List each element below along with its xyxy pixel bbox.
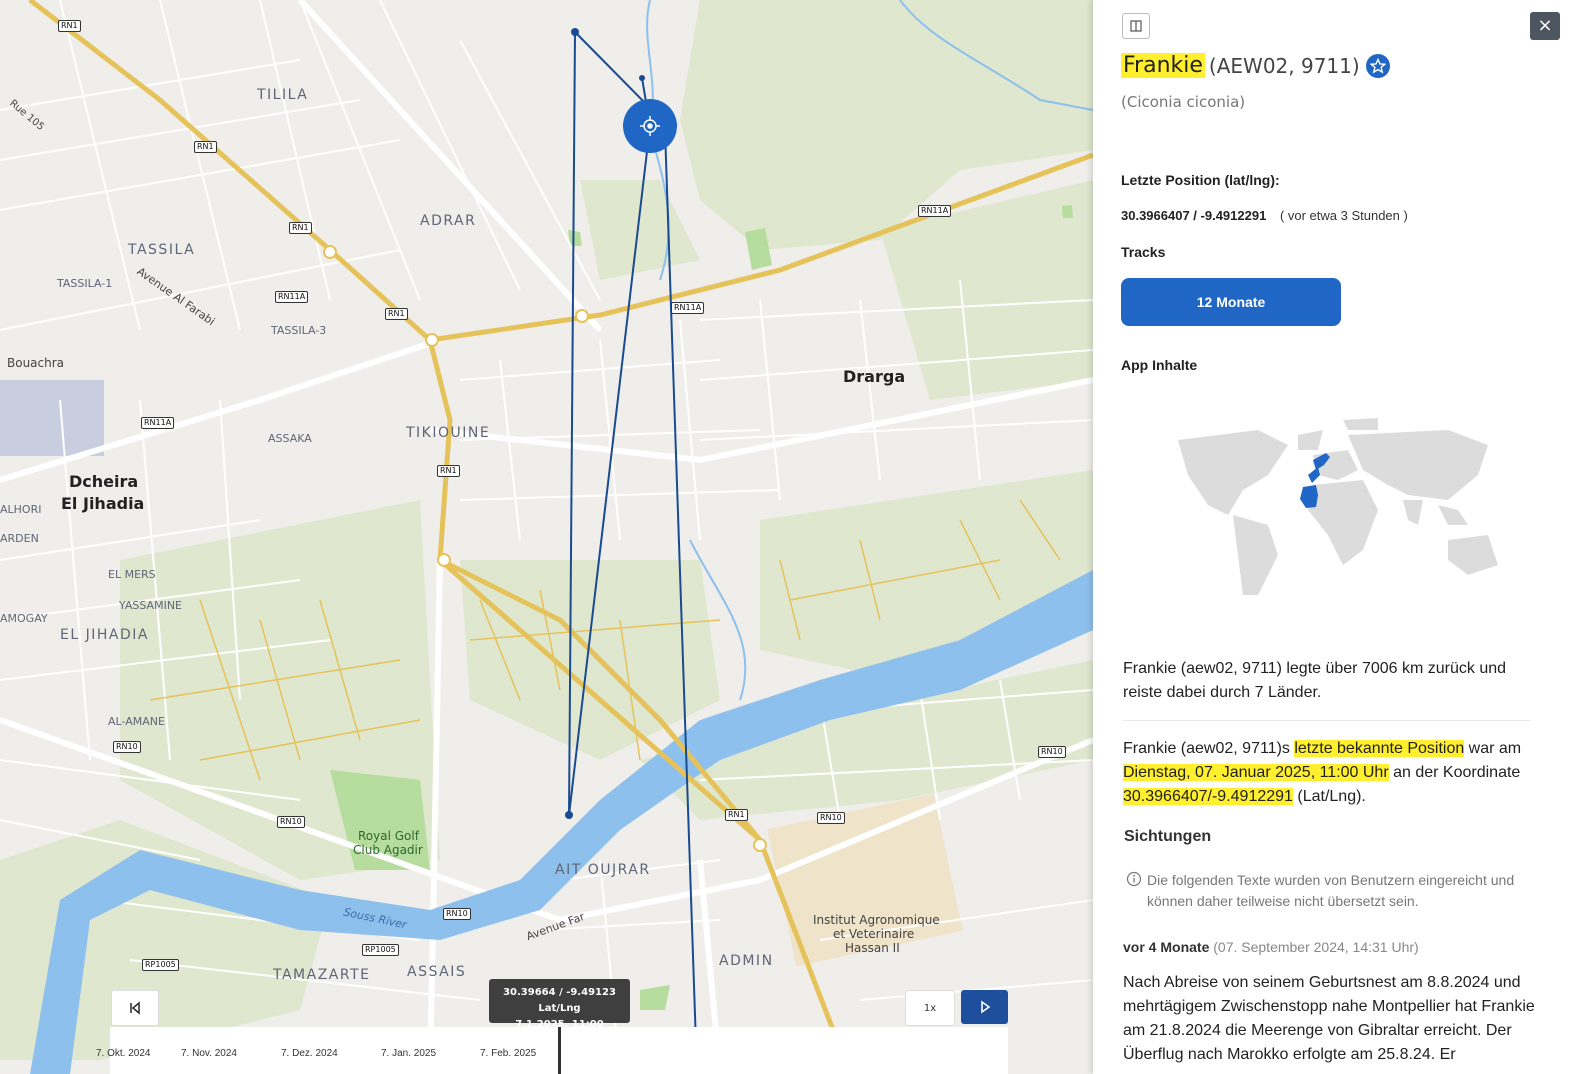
place-label: El Jihadia: [61, 494, 145, 513]
position-text-highlight: 30.3966407/-9.4912291: [1123, 788, 1293, 805]
world-map: [1178, 418, 1498, 595]
institute-label: et Veterinaire: [833, 927, 915, 941]
timeline-tick: 7. Nov. 2024: [181, 1048, 237, 1059]
position-text-part: war am: [1464, 740, 1522, 757]
bird-id: (AEW02, 9711): [1208, 53, 1360, 78]
summary-text: Frankie (aew02, 9711) legte über 7006 km…: [1123, 660, 1507, 701]
road-tag: RN1: [725, 809, 748, 821]
place-label: AMOGAY: [0, 612, 48, 625]
road-tag: RN10: [1038, 746, 1066, 758]
play-icon: [980, 1000, 990, 1014]
place-label: ALHORI: [0, 503, 42, 516]
place-label: AIT OUJRAR: [555, 862, 651, 878]
place-label: TIKIOUINE: [406, 425, 491, 441]
place-label: TILILA: [257, 87, 309, 103]
favorite-button[interactable]: [1365, 53, 1390, 78]
position-text-part: Frankie (aew02, 9711)s: [1123, 740, 1295, 757]
road-tag: RN1: [437, 465, 460, 477]
collapse-panel-button[interactable]: [1122, 13, 1150, 39]
info-icon: [1126, 871, 1142, 891]
detail-panel: × Frankie (AEW02, 9711) (Ciconia ciconia…: [1093, 0, 1578, 1074]
species-name: (Ciconia ciconia): [1121, 93, 1246, 111]
road-tag: RN10: [113, 741, 141, 753]
divider: [1123, 720, 1531, 721]
timeline-cursor[interactable]: [558, 1027, 561, 1074]
place-label: Dcheira: [69, 472, 139, 491]
rewind-button[interactable]: [111, 990, 159, 1026]
skip-back-icon: [130, 1001, 140, 1015]
road-tag: RN10: [443, 908, 471, 920]
place-label: EL MERS: [108, 568, 156, 581]
place-label: Drarga: [843, 367, 906, 386]
road-tag: RN11A: [275, 291, 309, 303]
place-label: AL-AMANE: [108, 715, 165, 728]
bird-name: Frankie: [1121, 53, 1205, 78]
road-tag: RN11A: [141, 417, 175, 429]
last-position-value: 30.3966407 / -9.4912291: [1121, 208, 1267, 223]
last-position-ago: ( vor etwa 3 Stunden ): [1279, 208, 1408, 223]
institute-label: Hassan II: [845, 941, 900, 955]
sighting-header: vor 4 Monate (07. September 2024, 14:31 …: [1123, 939, 1419, 955]
timeline-tick: 7. Jan. 2025: [381, 1048, 437, 1059]
timeline-tick: 7. Dez. 2024: [281, 1048, 338, 1059]
airport-area: [0, 380, 104, 456]
place-label: ASSAIS: [407, 964, 467, 980]
timeline-tick: 7. Feb. 2025: [480, 1048, 537, 1059]
road-tag: RP1005: [362, 944, 399, 956]
road-tag: RP1005: [142, 959, 179, 971]
last-position-text: Frankie (aew02, 9711)s letzte bekannte P…: [1123, 737, 1543, 809]
road-tag: RN1: [58, 20, 81, 32]
place-label: ASSAKA: [268, 432, 312, 445]
tracks-label: Tracks: [1121, 244, 1166, 260]
tracks-12-months-button[interactable]: 12 Monate: [1121, 278, 1341, 326]
road-tag: RN11A: [671, 302, 705, 314]
last-position: 30.3966407 / -9.4912291 ( vor etwa 3 Stu…: [1121, 208, 1408, 223]
road-tag: RN1: [289, 222, 312, 234]
place-label: Bouachra: [7, 356, 65, 370]
map-view[interactable]: TILILA ADRAR TASSILA TASSILA-1 TASSILA-3…: [0, 0, 1093, 1074]
panel-toggle-icon: [1130, 20, 1142, 32]
position-tooltip: 30.39664 / -9.49123 Lat/Lng 7.1.2025, 11…: [489, 979, 630, 1030]
road-tag: RN1: [194, 141, 217, 153]
position-text-part: an der Koordinate: [1388, 764, 1521, 781]
place-label: ADRAR: [420, 213, 477, 229]
road-tag: RN10: [817, 812, 845, 824]
bird-title: Frankie (AEW02, 9711): [1121, 53, 1390, 78]
position-text-highlight: Dienstag, 07. Januar 2025, 11:00 Uhr: [1123, 764, 1389, 781]
place-label: EL JIHADIA: [60, 627, 149, 643]
visited-region: [1308, 467, 1320, 483]
place-label: ARDEN: [0, 532, 39, 545]
timeline-tick: 7. Okt. 2024: [96, 1048, 151, 1059]
road-tag: RN10: [277, 816, 305, 828]
place-label: TASSILA-1: [57, 277, 113, 290]
last-position-label: Letzte Position (lat/lng):: [1121, 172, 1280, 188]
timeline[interactable]: 7. Okt. 2024 7. Nov. 2024 7. Dez. 2024 7…: [96, 1027, 1008, 1074]
close-button[interactable]: ×: [1530, 12, 1560, 40]
golf-label: Royal Golf: [358, 829, 419, 843]
sighting-ago: vor 4 Monate: [1123, 939, 1210, 955]
tooltip-coords: 30.39664 / -9.49123 Lat/Lng: [503, 987, 616, 1014]
app-content-label: App Inhalte: [1121, 357, 1198, 373]
speed-button[interactable]: 1x: [905, 990, 955, 1026]
sighting-date: (07. September 2024, 14:31 Uhr): [1213, 939, 1419, 955]
road-tag: RN1: [385, 308, 408, 320]
road-tag: RN11A: [918, 205, 952, 217]
place-label: TAMAZARTE: [273, 967, 371, 983]
place-label: YASSAMINE: [119, 599, 182, 612]
golf-label: Club Agadir: [353, 843, 423, 857]
play-button[interactable]: [961, 990, 1008, 1024]
continents: [1178, 418, 1498, 595]
sighting-text: Nach Abreise von seinem Geburtsnest am 8…: [1123, 974, 1535, 1063]
place-label: TASSILA: [128, 242, 196, 258]
sightings-title: Sichtungen: [1124, 828, 1212, 845]
star-icon: [1369, 57, 1386, 74]
place-label: ADMIN: [719, 953, 774, 969]
institute-label: Institut Agronomique: [813, 913, 940, 927]
sightings-note: Die folgenden Texte wurden von Benutzern…: [1147, 872, 1515, 909]
position-text-part: (Lat/Lng).: [1292, 788, 1366, 805]
place-label: TASSILA-3: [271, 324, 327, 337]
position-text-highlight: letzte bekannte Position: [1294, 740, 1465, 757]
visited-region: [1300, 485, 1318, 508]
